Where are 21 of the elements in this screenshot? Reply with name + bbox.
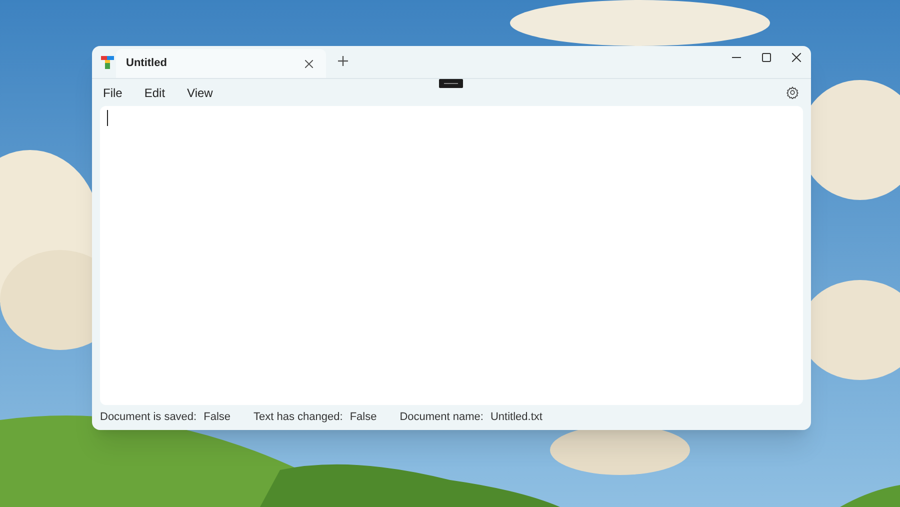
status-value: False	[350, 410, 377, 426]
maximize-icon	[762, 52, 770, 62]
tab-title: Untitled	[126, 56, 167, 72]
app-logo-icon	[101, 56, 114, 69]
settings-icon	[786, 86, 798, 99]
menu-item[interactable]: Edit	[144, 84, 166, 102]
document-tab[interactable]: Untitled	[116, 49, 326, 78]
text-cursor	[107, 110, 108, 126]
menu-item[interactable]: View	[187, 84, 213, 102]
status-value: False	[204, 410, 231, 426]
status-label: Document is saved:	[100, 410, 197, 426]
minimize-icon	[732, 56, 740, 58]
status-label: Document name:	[400, 410, 484, 426]
close-icon	[792, 52, 800, 62]
drag-handle-icon	[439, 79, 463, 88]
status-label: Text has changed:	[254, 410, 343, 426]
plus-icon	[338, 56, 348, 66]
close-icon	[305, 60, 313, 68]
hill-drawing	[840, 485, 900, 507]
status-value: Untitled.txt	[490, 410, 542, 426]
menu-item[interactable]: File	[103, 84, 122, 102]
